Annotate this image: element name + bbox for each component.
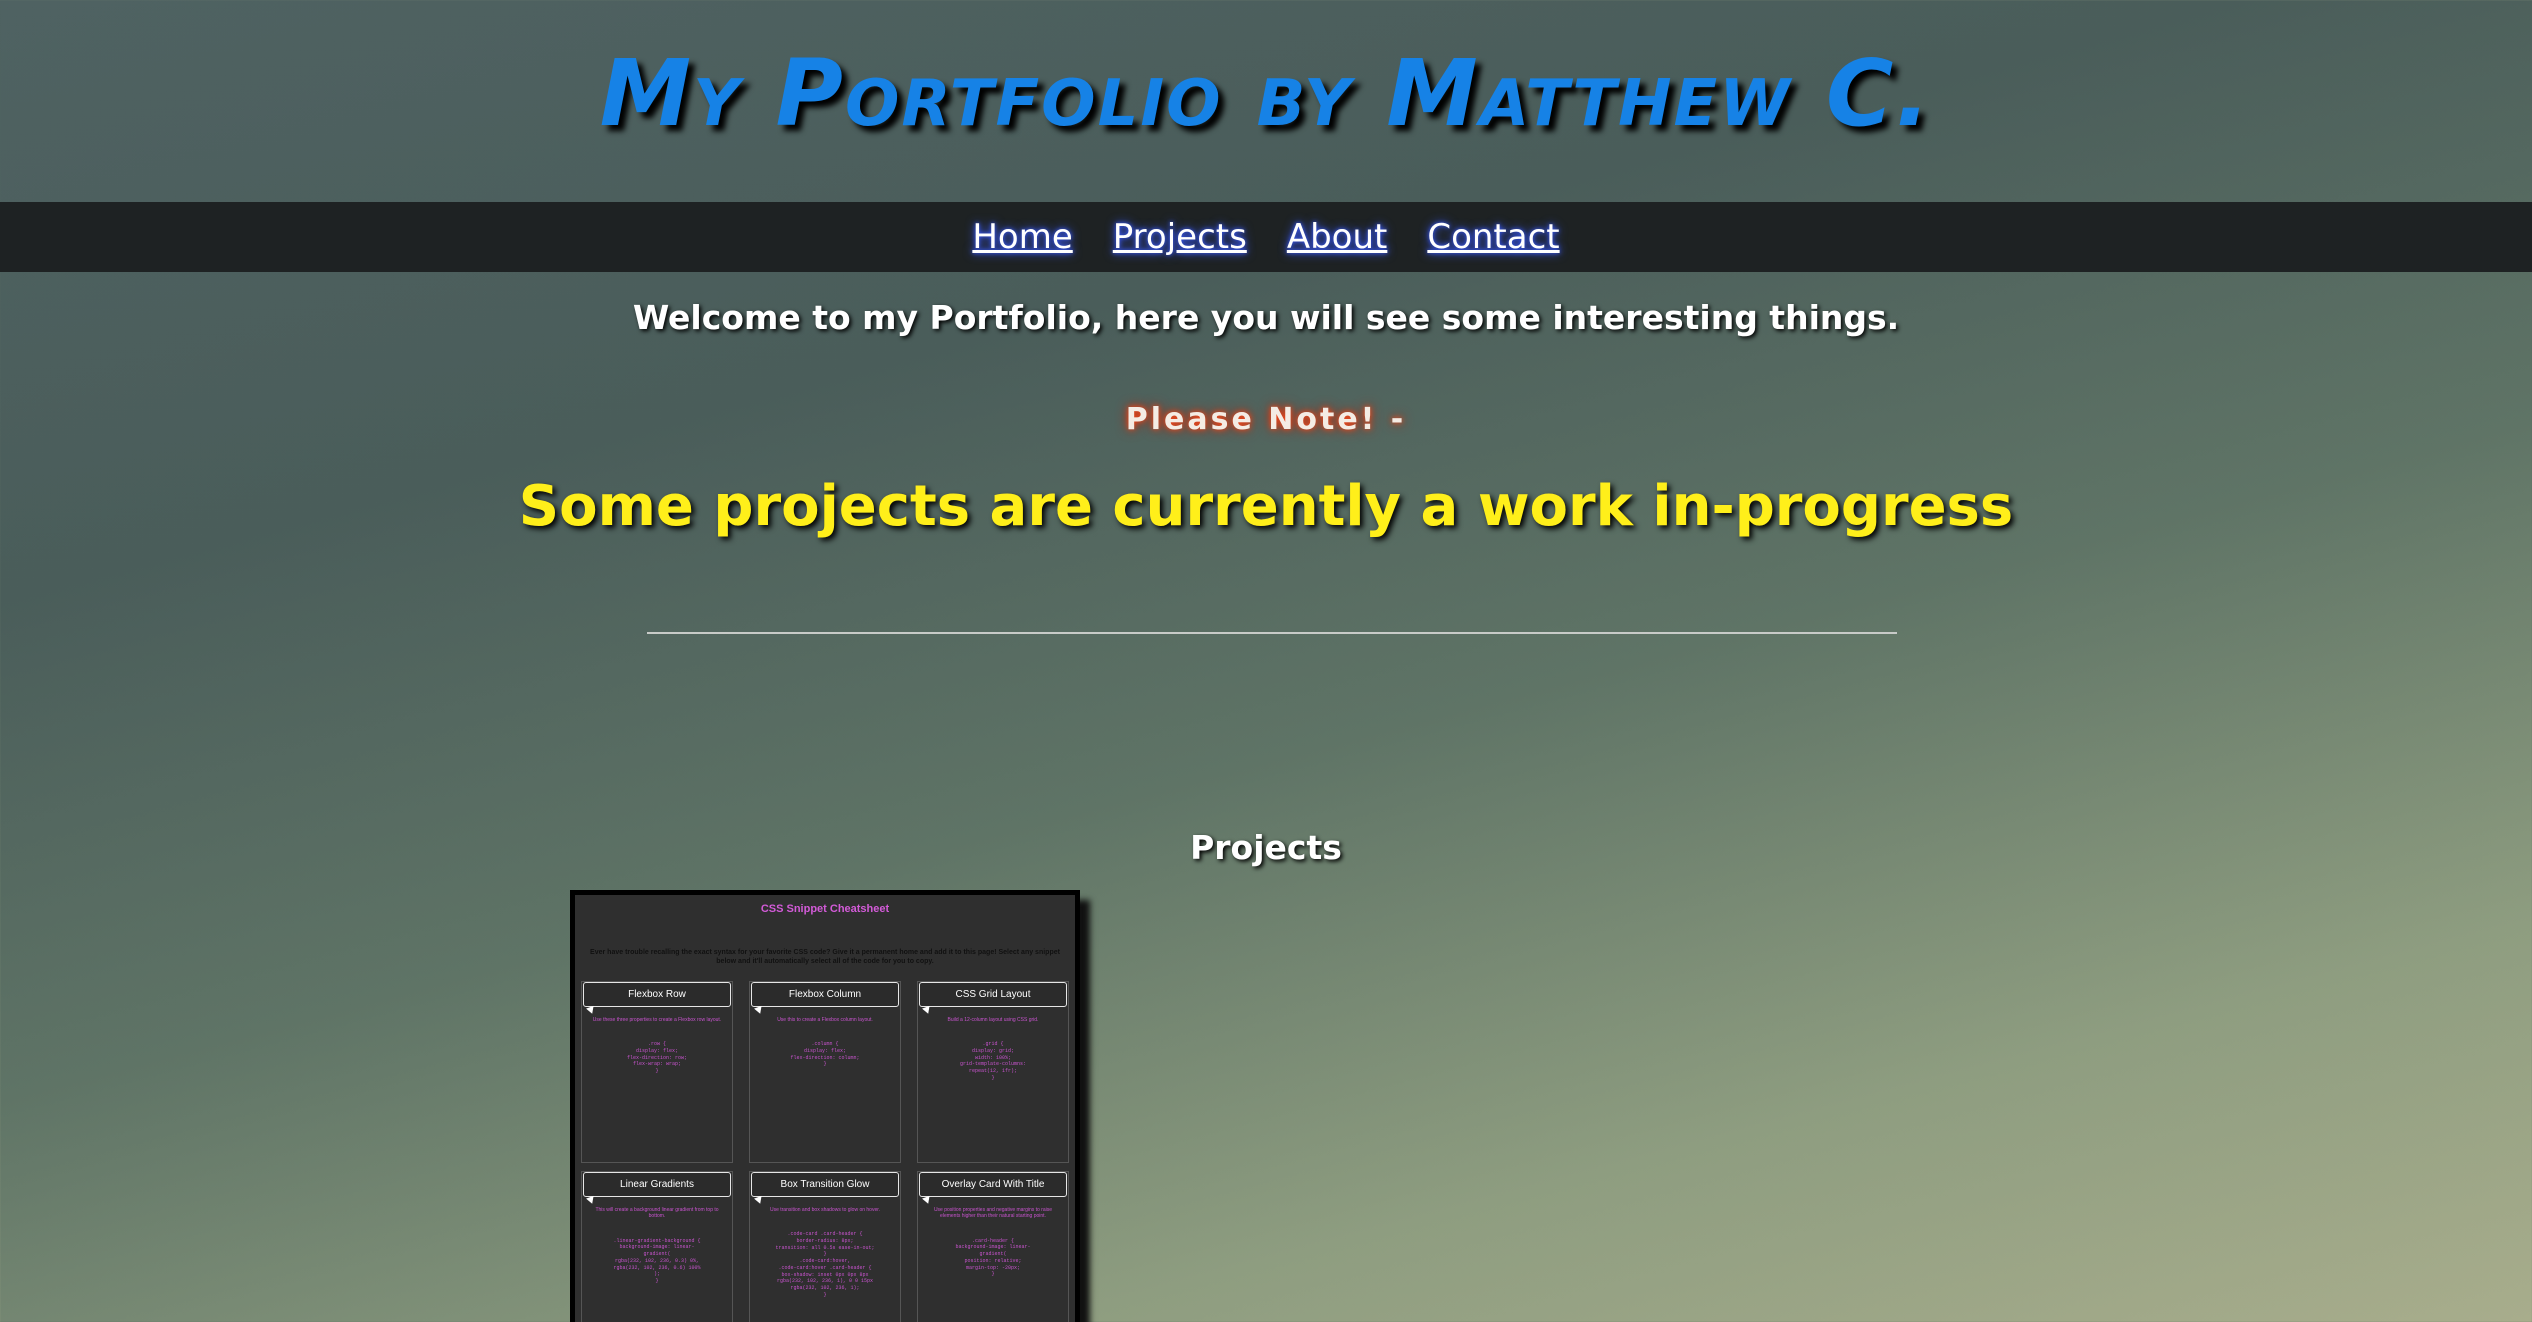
snippet-button-css-grid-layout[interactable]: CSS Grid Layout <box>919 981 1067 1007</box>
nav-link-home[interactable]: Home <box>972 217 1072 257</box>
snippet-code[interactable]: .grid { display: grid; width: 100%; grid… <box>924 1041 1062 1082</box>
wip-notice: Some projects are currently a work in-pr… <box>518 474 2014 539</box>
nav-bar: Home Projects About Contact <box>0 202 2532 272</box>
snippet-code[interactable]: .code-card .card-header { border-radius:… <box>756 1231 894 1299</box>
preview-intro: Ever have trouble recalling the exact sy… <box>590 949 1060 965</box>
site-title: My Portfolio by Matthew C. <box>599 40 1933 147</box>
snippet-card: Overlay Card With Title Use position pro… <box>917 1170 1069 1322</box>
nav-link-contact[interactable]: Contact <box>1427 217 1559 257</box>
snippet-button-overlay-card[interactable]: Overlay Card With Title <box>919 1171 1067 1197</box>
snippet-code[interactable]: .row { display: flex; flex-direction: ro… <box>588 1041 726 1075</box>
snippet-card: Box Transition Glow Use transition and b… <box>749 1170 901 1322</box>
snippet-button-linear-gradients[interactable]: Linear Gradients <box>583 1171 731 1197</box>
welcome-text: Welcome to my Portfolio, here you will s… <box>632 298 1900 337</box>
snippet-card: Linear Gradients This will create a back… <box>581 1170 733 1322</box>
snippet-grid: Flexbox Row Use these three properties t… <box>581 980 1069 1322</box>
snippet-description: Use transition and box shadows to glow o… <box>769 1206 881 1213</box>
snippet-code[interactable]: .card-header { background-image: linear-… <box>924 1238 1062 1279</box>
snippet-button-box-transition-glow[interactable]: Box Transition Glow <box>751 1171 899 1197</box>
snippet-description: Use position properties and negative mar… <box>933 1206 1053 1220</box>
snippet-card: CSS Grid Layout Build a 12-column layout… <box>917 980 1069 1163</box>
snippet-description: This will create a background linear gra… <box>595 1206 719 1220</box>
snippet-code[interactable]: .linear-gradient-background { background… <box>588 1238 726 1285</box>
preview-title: CSS Snippet Cheatsheet <box>760 903 890 915</box>
note-heading: Please Note! - <box>1125 402 1407 437</box>
snippet-button-flexbox-row[interactable]: Flexbox Row <box>583 981 731 1007</box>
snippet-card: Flexbox Row Use these three properties t… <box>581 980 733 1163</box>
snippet-description: Use this to create a Flexbox column layo… <box>777 1016 873 1023</box>
snippet-card: Flexbox Column Use this to create a Flex… <box>749 980 901 1163</box>
divider <box>647 632 1897 634</box>
nav-link-about[interactable]: About <box>1287 217 1388 257</box>
snippet-button-flexbox-column[interactable]: Flexbox Column <box>751 981 899 1007</box>
snippet-code[interactable]: .column { display: flex; flex-direction:… <box>756 1041 894 1068</box>
projects-heading: Projects <box>1190 828 1342 867</box>
snippet-description: Use these three properties to create a F… <box>592 1016 722 1023</box>
project-preview-card[interactable]: CSS Snippet Cheatsheet Ever have trouble… <box>570 890 1080 1322</box>
snippet-description: Build a 12-column layout using CSS grid. <box>947 1016 1039 1023</box>
nav-link-projects[interactable]: Projects <box>1113 217 1247 257</box>
